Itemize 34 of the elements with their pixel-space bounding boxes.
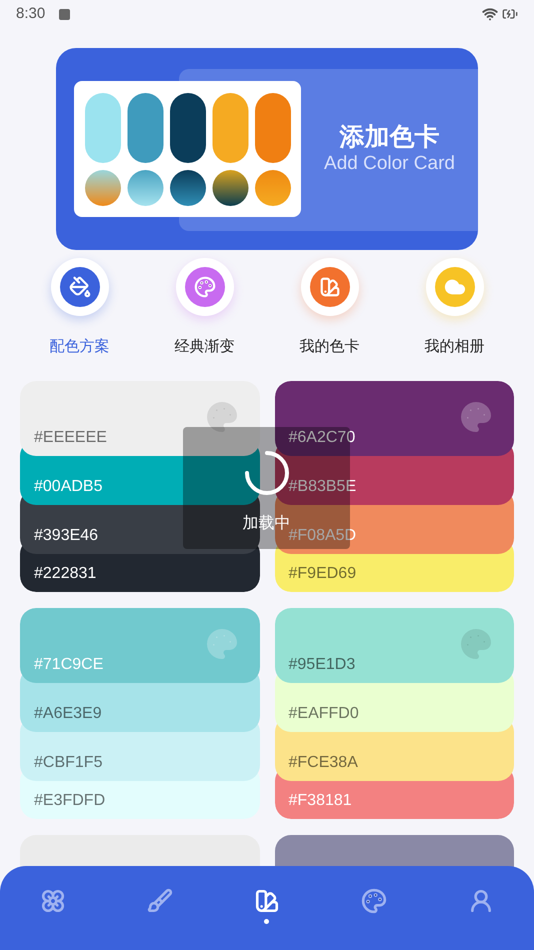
status-time: 8:30 [16, 4, 46, 24]
hex-code: #00ADB5 [34, 476, 102, 496]
hex-code: #71C9CE [34, 654, 104, 674]
hex-code: #B83B5E [288, 476, 356, 496]
paint-bucket-icon [68, 276, 90, 298]
flower-icon [40, 888, 66, 914]
quick-action[interactable]: 我的相册 [392, 258, 517, 358]
swatch-icon [254, 888, 280, 914]
hex-code: #FCE38A [288, 752, 358, 772]
hex-code: #F9ED69 [288, 564, 356, 584]
hex-code: #95E1D3 [288, 654, 356, 674]
hex-code: #222831 [34, 564, 96, 584]
hex-code: #393E46 [34, 526, 98, 546]
quick-action[interactable]: 我的色卡 [267, 258, 392, 358]
quick-action[interactable]: 配色方案 [17, 258, 142, 358]
notification-icon [59, 8, 70, 20]
palette-icon [360, 888, 387, 914]
hex-code: #F38181 [288, 790, 352, 810]
quick-action[interactable]: 经典渐变 [142, 258, 267, 358]
spinner-icon [244, 450, 290, 496]
add-color-card-banner[interactable]: 添加色卡 Add Color Card [56, 48, 478, 250]
swatch-icon [318, 276, 340, 298]
wifi-icon [482, 6, 498, 22]
palette-icon [194, 276, 216, 298]
hex-code: #CBF1F5 [34, 752, 102, 772]
hex-code: #A6E3E9 [34, 704, 102, 724]
hex-code: #6A2C70 [288, 428, 356, 448]
banner-title: 添加色卡 [340, 122, 440, 152]
hex-code: #EAFFD0 [288, 704, 359, 724]
banner-subtitle: Add Color Card [324, 152, 455, 176]
hex-code: #EEEEEE [34, 428, 107, 448]
brush-icon [147, 888, 174, 914]
palette-card[interactable] [274, 834, 514, 866]
hex-code: #E3FDFD [34, 790, 106, 810]
